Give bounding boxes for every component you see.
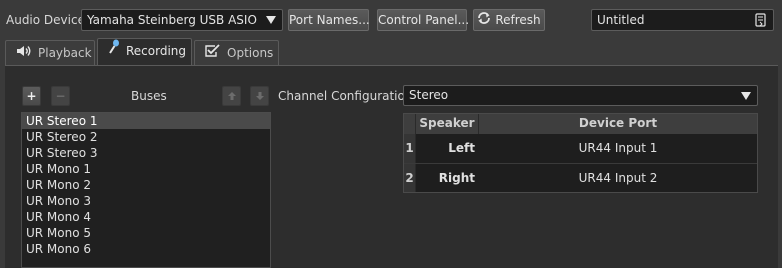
tab-playback[interactable]: Playback	[5, 40, 95, 66]
preset-icon[interactable]	[755, 13, 767, 30]
control-panel-button[interactable]: Control Panel...	[377, 9, 470, 31]
channel-configuration-value: Stereo	[409, 88, 449, 102]
move-up-button[interactable]	[222, 86, 241, 106]
device-port-column-header[interactable]: Device Port	[479, 114, 757, 134]
list-item[interactable]: UR Mono 1	[22, 161, 270, 177]
list-item[interactable]: UR Stereo 3	[22, 145, 270, 161]
table-row[interactable]: 1 Left UR44 Input 1	[404, 134, 757, 163]
buses-header: Buses	[131, 89, 167, 103]
speaker-cell: Right	[438, 171, 475, 185]
refresh-icon	[477, 10, 491, 30]
control-panel-button-label: Control Panel...	[378, 13, 470, 27]
speaker-cell: Left	[448, 141, 475, 155]
list-item[interactable]: UR Mono 4	[22, 209, 270, 225]
checkbox-icon	[205, 41, 221, 65]
port-names-button[interactable]: Port Names...	[288, 9, 370, 31]
speaker-column-header[interactable]: Speaker	[416, 114, 479, 134]
chevron-down-icon	[266, 16, 276, 24]
chevron-down-icon	[741, 92, 751, 100]
preset-name-field[interactable]: Untitled	[591, 9, 774, 31]
list-item[interactable]: UR Mono 2	[22, 177, 270, 193]
row-number: 2	[404, 164, 416, 192]
tab-recording-label: Recording	[126, 44, 187, 58]
bus-list[interactable]: UR Stereo 1 UR Stereo 2 UR Stereo 3 UR M…	[21, 112, 271, 268]
add-bus-button[interactable]: +	[22, 86, 41, 106]
list-item[interactable]: UR Mono 5	[22, 225, 270, 241]
device-port-cell[interactable]: UR44 Input 2	[479, 171, 757, 185]
list-item[interactable]: UR Stereo 1	[22, 113, 270, 129]
refresh-button-label: Refresh	[495, 13, 541, 27]
speaker-port-table: Speaker Device Port 1 Left UR44 Input 1 …	[403, 113, 758, 193]
remove-bus-button[interactable]: −	[51, 86, 70, 106]
list-item[interactable]: UR Mono 3	[22, 193, 270, 209]
device-port-cell[interactable]: UR44 Input 1	[479, 141, 757, 155]
list-item[interactable]: UR Mono 6	[22, 241, 270, 257]
audio-device-label: Audio Device	[6, 13, 85, 27]
audio-device-select[interactable]: Yamaha Steinberg USB ASIO	[81, 9, 283, 31]
tab-recording[interactable]: Recording	[97, 38, 192, 66]
row-number: 1	[404, 134, 416, 163]
arrow-up-icon	[227, 92, 236, 100]
move-down-button[interactable]	[250, 86, 269, 106]
preset-name-value: Untitled	[597, 13, 645, 27]
table-header-corner	[404, 114, 416, 134]
speaker-icon	[16, 41, 32, 65]
list-item[interactable]: UR Stereo 2	[22, 129, 270, 145]
refresh-button[interactable]: Refresh	[473, 9, 545, 31]
arrow-down-icon	[255, 92, 264, 100]
port-names-button-label: Port Names...	[289, 13, 370, 27]
tab-options[interactable]: Options	[194, 40, 279, 66]
channel-configuration-select[interactable]: Stereo	[403, 85, 758, 106]
table-row[interactable]: 2 Right UR44 Input 2	[404, 164, 757, 193]
audio-device-value: Yamaha Steinberg USB ASIO	[87, 13, 257, 27]
tab-options-label: Options	[227, 46, 274, 60]
microphone-icon	[108, 39, 120, 63]
tab-playback-label: Playback	[38, 46, 92, 60]
channel-configuration-label: Channel Configuration	[278, 89, 413, 103]
